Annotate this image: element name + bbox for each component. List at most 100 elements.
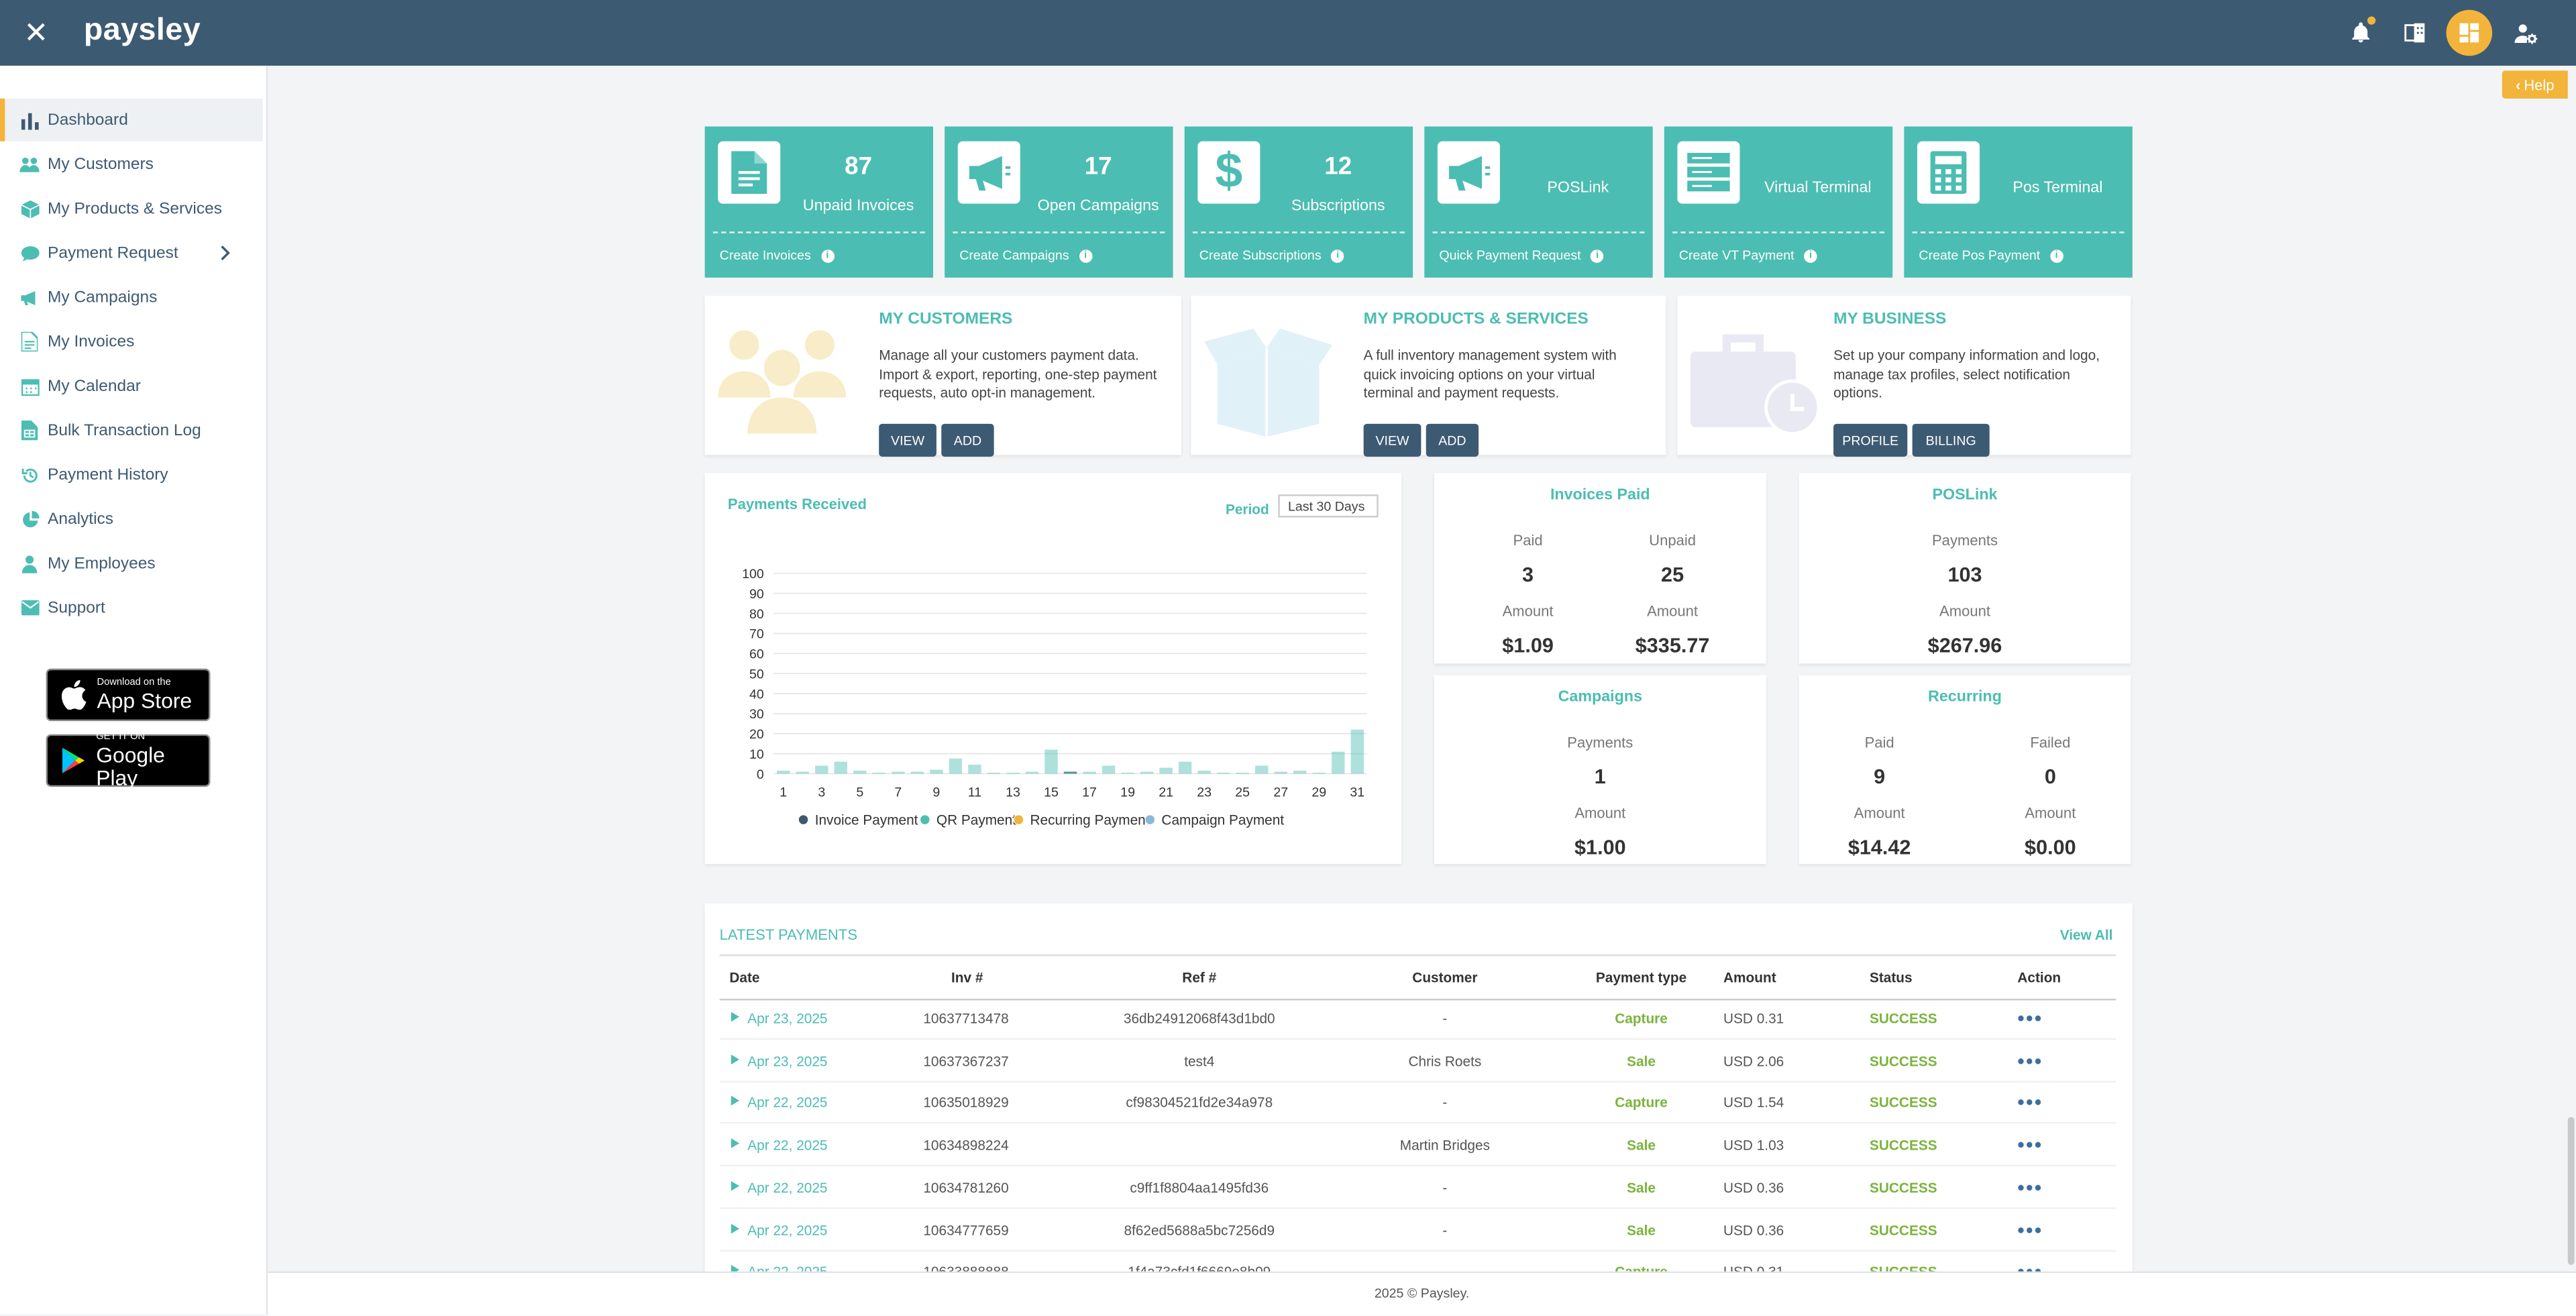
view-all-link[interactable]: View All bbox=[2060, 926, 2113, 942]
help-button[interactable]: ‹ Help bbox=[2502, 70, 2568, 99]
sidebar-item-bulk-log[interactable]: Bulk Transaction Log bbox=[0, 409, 258, 452]
table-header: Date Inv # Ref # Customer Payment type A… bbox=[719, 954, 2116, 1001]
tile-virtual-terminal[interactable]: Virtual Terminal Create VT Payment i bbox=[1664, 126, 1893, 278]
notification-bell-icon[interactable] bbox=[2345, 16, 2377, 49]
switch-account-icon[interactable] bbox=[2399, 16, 2432, 49]
table-row[interactable]: Apr 22, 2025 10634898224 Martin Bridges Sal… bbox=[719, 1123, 2116, 1167]
tile-divider bbox=[1192, 231, 1405, 233]
info-icon[interactable]: i bbox=[1079, 249, 1092, 262]
legend-marker bbox=[798, 814, 809, 826]
summary-value: 3 bbox=[1522, 563, 1534, 587]
summary-label: Amount bbox=[1647, 602, 1699, 620]
customers-view-button[interactable]: VIEW bbox=[879, 423, 936, 457]
x-tick-label: 9 bbox=[932, 785, 940, 800]
tile-action-link[interactable]: Create Pos Payment i bbox=[1919, 248, 2063, 263]
business-billing-button[interactable]: BILLING bbox=[1912, 423, 1990, 457]
chart-bar bbox=[1178, 761, 1192, 774]
business-profile-button[interactable]: PROFILE bbox=[1833, 423, 1908, 457]
chart-bar bbox=[892, 771, 905, 774]
legend-marker bbox=[919, 814, 930, 826]
info-icon[interactable]: i bbox=[1591, 249, 1604, 262]
chart-bar bbox=[834, 761, 847, 774]
row-action-menu[interactable]: ••• bbox=[2017, 997, 2043, 1040]
tile-action-label: Create Pos Payment bbox=[1919, 248, 2041, 263]
google-play-badge[interactable]: GET IT ON Google Play bbox=[46, 732, 211, 789]
info-icon[interactable]: i bbox=[2049, 249, 2063, 262]
user-icon bbox=[19, 553, 39, 573]
row-action-menu[interactable]: ••• bbox=[2017, 1081, 2043, 1124]
tile-count: 17 bbox=[1084, 152, 1112, 181]
row-amount: USD 0.31 bbox=[1723, 1010, 1784, 1027]
scrollbar-thumb[interactable] bbox=[2567, 1117, 2575, 1265]
summary-value: $14.42 bbox=[1847, 836, 1911, 859]
summary-value: $335.77 bbox=[1635, 634, 1710, 657]
col-status[interactable]: Status bbox=[1870, 956, 1913, 999]
table-row[interactable]: Apr 22, 2025 10634781260 c9ff1f8804aa1495f… bbox=[719, 1166, 2116, 1209]
tile-unpaid-invoices[interactable]: 87 Unpaid Invoices Create Invoices i bbox=[704, 126, 934, 278]
tile-open-campaigns[interactable]: 17 Open Campaigns Create Campaigns i bbox=[945, 126, 1173, 278]
help-label: Help bbox=[2524, 76, 2555, 93]
sidebar-item-invoices[interactable]: My Invoices bbox=[0, 321, 258, 364]
row-action-menu[interactable]: ••• bbox=[2017, 1166, 2043, 1209]
period-select[interactable]: Last 30 Days bbox=[1278, 494, 1379, 518]
chart-bar bbox=[910, 771, 924, 774]
sidebar-item-label: Dashboard bbox=[48, 111, 128, 129]
user-settings-icon[interactable] bbox=[2509, 16, 2542, 49]
dashboard-grid-icon[interactable] bbox=[2446, 9, 2493, 56]
sidebar-item-customers[interactable]: My Customers bbox=[0, 143, 258, 186]
products-add-button[interactable]: ADD bbox=[1426, 423, 1479, 457]
row-action-menu[interactable]: ••• bbox=[2017, 1208, 2043, 1251]
sidebar-item-dashboard[interactable]: Dashboard bbox=[0, 98, 263, 142]
y-tick-label: 40 bbox=[749, 687, 764, 702]
info-icon[interactable]: i bbox=[1804, 249, 1817, 262]
calendar-icon bbox=[19, 376, 39, 396]
table-row[interactable]: Apr 22, 2025 10635018929 cf98304521fd2e34a… bbox=[719, 1081, 2116, 1125]
card-description: Set up your company information and logo… bbox=[1833, 346, 2100, 401]
table-row[interactable]: Apr 23, 2025 10637713478 36db24912068f43d1… bbox=[719, 997, 2116, 1040]
tile-action-link[interactable]: Create Subscriptions i bbox=[1199, 248, 1344, 263]
sidebar-item-employees[interactable]: My Employees bbox=[0, 542, 258, 585]
period-value: Last 30 Days bbox=[1288, 498, 1365, 514]
x-tick-label: 3 bbox=[818, 785, 825, 800]
y-tick-label: 90 bbox=[749, 587, 764, 602]
info-icon[interactable]: i bbox=[820, 249, 835, 262]
tile-pos-terminal[interactable]: Pos Terminal Create Pos Payment i bbox=[1904, 126, 2133, 278]
summary-value: $0.00 bbox=[2025, 836, 2076, 859]
col-amount[interactable]: Amount bbox=[1723, 956, 1776, 999]
tile-action-link[interactable]: Create Invoices i bbox=[719, 248, 835, 263]
tile-action-link[interactable]: Quick Payment Request i bbox=[1439, 248, 1604, 263]
y-tick-label: 10 bbox=[749, 747, 764, 762]
y-tick-label: 100 bbox=[742, 567, 764, 582]
customers-add-button[interactable]: ADD bbox=[941, 423, 994, 457]
sidebar-item-calendar[interactable]: My Calendar bbox=[0, 365, 258, 408]
sidebar-item-products[interactable]: My Products & Services bbox=[0, 187, 258, 230]
products-view-button[interactable]: VIEW bbox=[1363, 423, 1421, 457]
legend-label: Invoice Payment bbox=[815, 812, 918, 828]
tile-action-link[interactable]: Create Campaigns i bbox=[959, 248, 1092, 263]
period-label: Period bbox=[1225, 500, 1269, 518]
row-action-menu[interactable]: ••• bbox=[2017, 1039, 2043, 1082]
sidebar-item-payment-request[interactable]: Payment Request bbox=[0, 231, 258, 274]
tile-poslink[interactable]: POSLink Quick Payment Request i bbox=[1424, 126, 1653, 278]
sidebar-item-payment-history[interactable]: Payment History bbox=[0, 453, 258, 496]
tile-subscriptions[interactable]: $ 12 Subscriptions Create Subscriptions i bbox=[1184, 126, 1413, 278]
x-tick-label: 29 bbox=[1311, 785, 1326, 800]
info-icon[interactable]: i bbox=[1331, 249, 1344, 262]
legend-label: Campaign Payment bbox=[1161, 812, 1284, 828]
table-row[interactable]: Apr 22, 2025 10634777659 8f62ed5688a5bc725… bbox=[719, 1208, 2116, 1251]
sidebar-item-campaigns[interactable]: My Campaigns bbox=[0, 276, 258, 319]
server-icon bbox=[1677, 141, 1740, 204]
row-action-menu[interactable]: ••• bbox=[2017, 1123, 2043, 1166]
table-row[interactable]: Apr 23, 2025 10637367237 test4 Chris Roets S… bbox=[719, 1039, 2116, 1083]
x-tick-label: 21 bbox=[1159, 785, 1173, 800]
close-icon[interactable]: ✕ bbox=[19, 16, 52, 49]
col-payment-type[interactable]: Payment type bbox=[720, 956, 2133, 999]
sidebar-item-analytics[interactable]: Analytics bbox=[0, 498, 258, 541]
sidebar-item-label: Payment Request bbox=[48, 243, 178, 262]
tile-action-label: Create Invoices bbox=[719, 248, 811, 263]
tile-action-link[interactable]: Create VT Payment i bbox=[1679, 248, 1817, 263]
app-logo[interactable]: paysley bbox=[84, 13, 201, 50]
app-store-badge[interactable]: Download on the App Store bbox=[46, 668, 211, 722]
latest-payments-title: LATEST PAYMENTS bbox=[719, 926, 858, 943]
sidebar-item-support[interactable]: Support bbox=[0, 586, 258, 629]
